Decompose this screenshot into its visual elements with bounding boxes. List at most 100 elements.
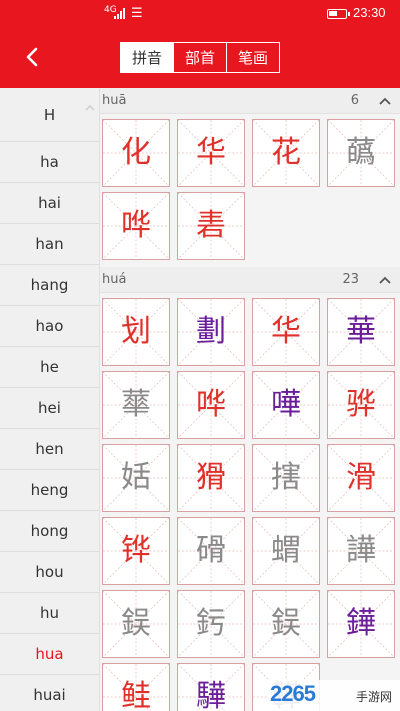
sidebar-item-hen[interactable]: hen: [0, 429, 99, 470]
character-glyph: 骅: [346, 387, 376, 422]
character-cell[interactable]: 蕐: [102, 371, 170, 439]
character-glyph: 釫: [196, 606, 226, 641]
app-header: 拼音 部首 笔画: [0, 28, 400, 88]
character-glyph: 鏵: [346, 606, 376, 641]
character-glyph: 嘩: [271, 387, 301, 422]
sidebar-letter: H: [43, 105, 56, 124]
character-glyph: 花: [271, 135, 301, 170]
character-glyph: 华: [271, 314, 301, 349]
section-pinyin: huá: [102, 272, 127, 287]
character-cell[interactable]: 姡: [102, 444, 170, 512]
character-glyph: 滑: [346, 460, 376, 495]
status-bar: 4G ☰ 23:30: [0, 0, 400, 28]
character-cell[interactable]: 劃: [177, 298, 245, 366]
character-glyph: 劃: [196, 314, 226, 349]
character-cell[interactable]: 磆: [177, 517, 245, 585]
chevron-up-icon[interactable]: [378, 274, 392, 286]
character-list[interactable]: huā6化华花蘤哗砉huá23划劃华華蕐哗嘩骅姡猾搳滑铧磆蝟譁鋘釫鋘鏵鲑驊韚: [100, 88, 400, 711]
character-cell[interactable]: 花: [252, 119, 320, 187]
character-glyph: 蕐: [121, 387, 151, 422]
character-glyph: 磆: [196, 533, 226, 568]
character-glyph: 鋘: [121, 606, 151, 641]
character-cell[interactable]: 化: [102, 119, 170, 187]
section-header[interactable]: huā 6: [100, 88, 400, 114]
sidebar-item-hei[interactable]: hei: [0, 388, 99, 429]
sidebar-item-hou[interactable]: hou: [0, 552, 99, 593]
sidebar-item-heng[interactable]: heng: [0, 470, 99, 511]
character-cell[interactable]: 鋘: [102, 590, 170, 658]
sidebar-item-ha[interactable]: ha: [0, 142, 99, 183]
character-cell[interactable]: 砉: [177, 192, 245, 260]
character-cell[interactable]: 華: [327, 298, 395, 366]
status-time: 23:30: [353, 5, 386, 20]
section-count: 23: [342, 272, 359, 287]
watermark-logo: 2265: [270, 681, 316, 706]
character-cell[interactable]: 划: [102, 298, 170, 366]
character-cell[interactable]: 哗: [102, 192, 170, 260]
character-cell[interactable]: 鲑: [102, 663, 170, 711]
character-glyph: 譁: [346, 533, 376, 568]
character-glyph: 鲑: [121, 679, 151, 711]
character-cell[interactable]: 譁: [327, 517, 395, 585]
battery-icon: [327, 9, 350, 19]
character-cell[interactable]: 蘤: [327, 119, 395, 187]
back-button[interactable]: [18, 42, 48, 72]
sidebar-item-han[interactable]: han: [0, 224, 99, 265]
character-glyph: 哗: [121, 208, 151, 243]
chevron-up-icon[interactable]: [378, 95, 392, 107]
character-cell[interactable]: 骅: [327, 371, 395, 439]
character-cell[interactable]: 华: [177, 119, 245, 187]
tab-strokes[interactable]: 笔画: [227, 43, 279, 72]
character-cell[interactable]: 驊: [177, 663, 245, 711]
sidebar-item-hao[interactable]: hao: [0, 306, 99, 347]
character-glyph: 鋘: [271, 606, 301, 641]
character-cell[interactable]: 鏵: [327, 590, 395, 658]
character-cell[interactable]: 搳: [252, 444, 320, 512]
pinyin-sidebar[interactable]: H ha hai han hang hao he hei hen heng hong hou hu hu…: [0, 88, 100, 711]
sidebar-item-hong[interactable]: hong: [0, 511, 99, 552]
sidebar-letter-header: H: [0, 88, 99, 142]
section-header[interactable]: huá 23: [100, 267, 400, 293]
character-glyph: 蘤: [346, 135, 376, 170]
character-glyph: 哗: [196, 387, 226, 422]
character-glyph: 搳: [271, 460, 301, 495]
character-cell[interactable]: 滑: [327, 444, 395, 512]
signal-icon: [114, 8, 125, 19]
battery-level: [329, 11, 338, 16]
character-cell[interactable]: 华: [252, 298, 320, 366]
sidebar-item-hu[interactable]: hu: [0, 593, 99, 634]
character-glyph: 猾: [196, 460, 226, 495]
character-cell[interactable]: 哗: [177, 371, 245, 439]
sidebar-item-hua[interactable]: hua: [0, 634, 99, 675]
character-glyph: 铧: [121, 533, 151, 568]
character-glyph: 華: [346, 314, 376, 349]
character-glyph: 驊: [196, 679, 226, 711]
character-grid: 划劃华華蕐哗嘩骅姡猾搳滑铧磆蝟譁鋘釫鋘鏵鲑驊韚: [100, 293, 400, 711]
character-glyph: 华: [196, 135, 226, 170]
character-glyph: 划: [121, 314, 151, 349]
wifi-icon: ☰: [131, 6, 143, 21]
character-cell[interactable]: 鋘: [252, 590, 320, 658]
sidebar-item-hai[interactable]: hai: [0, 183, 99, 224]
chevron-left-icon: [26, 47, 38, 67]
character-cell[interactable]: 釫: [177, 590, 245, 658]
tab-pinyin[interactable]: 拼音: [121, 43, 174, 72]
sidebar-item-huai[interactable]: huai: [0, 675, 99, 711]
section-pinyin: huā: [102, 93, 127, 108]
section-count: 6: [350, 93, 359, 108]
chevron-up-icon[interactable]: [84, 102, 96, 114]
character-glyph: 姡: [121, 460, 151, 495]
index-mode-tabs: 拼音 部首 笔画: [120, 42, 280, 73]
character-glyph: 砉: [196, 208, 226, 243]
character-glyph: 化: [121, 135, 151, 170]
watermark-text: 手游网: [356, 690, 393, 704]
site-watermark: 2265 手游网: [268, 680, 400, 711]
character-cell[interactable]: 嘩: [252, 371, 320, 439]
tab-radical[interactable]: 部首: [174, 43, 227, 72]
character-cell[interactable]: 猾: [177, 444, 245, 512]
character-grid: 化 华 花 蘤哗 砉: [100, 114, 400, 267]
character-cell[interactable]: 铧: [102, 517, 170, 585]
character-cell[interactable]: 蝟: [252, 517, 320, 585]
sidebar-item-he[interactable]: he: [0, 347, 99, 388]
sidebar-item-hang[interactable]: hang: [0, 265, 99, 306]
